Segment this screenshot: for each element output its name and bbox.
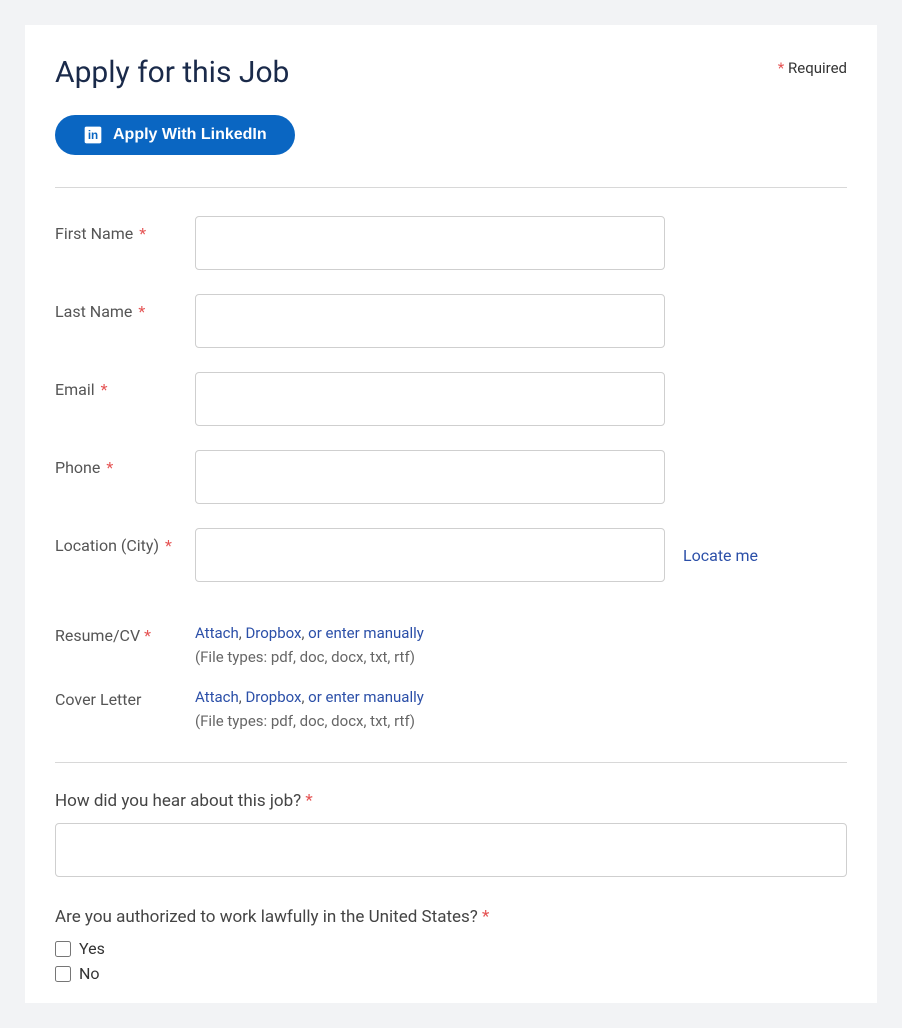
resume-label: Resume/CV *	[55, 624, 195, 645]
cover-letter-label: Cover Letter	[55, 688, 195, 709]
resume-attach-link[interactable]: Attach	[195, 624, 239, 642]
required-asterisk-icon: *	[101, 380, 108, 399]
authorized-yes-checkbox[interactable]	[55, 941, 71, 957]
required-asterisk-icon: *	[165, 536, 172, 555]
email-row: Email *	[55, 372, 847, 426]
required-asterisk-icon: *	[106, 458, 113, 477]
linkedin-icon: in	[83, 125, 103, 145]
linkedin-button-label: Apply With LinkedIn	[113, 126, 267, 144]
authorized-label: Are you authorized to work lawfully in t…	[55, 907, 847, 927]
last-name-label: Last Name *	[55, 294, 195, 321]
location-label-text: Location (City)	[55, 536, 159, 555]
email-label: Email *	[55, 372, 195, 399]
first-name-row: First Name *	[55, 216, 847, 270]
how-hear-label: How did you hear about this job? *	[55, 791, 847, 811]
resume-manual-link[interactable]: or enter manually	[308, 624, 424, 642]
authorized-label-text: Are you authorized to work lawfully in t…	[55, 907, 478, 927]
resume-file-types: (File types: pdf, doc, docx, txt, rtf)	[195, 648, 424, 666]
svg-text:in: in	[88, 129, 98, 142]
authorized-no-checkbox[interactable]	[55, 966, 71, 982]
cover-file-types: (File types: pdf, doc, docx, txt, rtf)	[195, 712, 424, 730]
how-hear-input[interactable]	[55, 823, 847, 877]
required-asterisk-icon: *	[144, 626, 151, 645]
first-name-label: First Name *	[55, 216, 195, 243]
first-name-label-text: First Name	[55, 224, 133, 243]
separator-line	[55, 187, 847, 188]
how-hear-label-text: How did you hear about this job?	[55, 791, 301, 811]
phone-row: Phone *	[55, 450, 847, 504]
last-name-row: Last Name *	[55, 294, 847, 348]
apply-with-linkedin-button[interactable]: in Apply With LinkedIn	[55, 115, 295, 155]
resume-row: Resume/CV * Attach, Dropbox, or enter ma…	[55, 624, 847, 666]
location-label: Location (City) *	[55, 528, 195, 555]
cover-letter-row: Cover Letter Attach, Dropbox, or enter m…	[55, 688, 847, 730]
phone-label-text: Phone	[55, 458, 100, 477]
header-row: Apply for this Job * Required	[55, 55, 847, 90]
authorized-yes-label[interactable]: Yes	[79, 939, 105, 958]
required-text: Required	[788, 59, 847, 77]
location-input[interactable]	[195, 528, 665, 582]
resume-actions: Attach, Dropbox, or enter manually (File…	[195, 624, 424, 666]
required-asterisk-icon: *	[139, 224, 146, 243]
authorized-block: Are you authorized to work lawfully in t…	[55, 907, 847, 983]
how-hear-block: How did you hear about this job? *	[55, 791, 847, 877]
cover-dropbox-link[interactable]: Dropbox	[245, 688, 301, 706]
email-label-text: Email	[55, 380, 95, 399]
cover-letter-label-text: Cover Letter	[55, 690, 141, 709]
required-asterisk-icon: *	[778, 59, 784, 77]
separator-line	[55, 762, 847, 763]
authorized-no-row: No	[55, 964, 847, 983]
cover-manual-link[interactable]: or enter manually	[308, 688, 424, 706]
authorized-no-label[interactable]: No	[79, 964, 100, 983]
first-name-input[interactable]	[195, 216, 665, 270]
cover-letter-actions: Attach, Dropbox, or enter manually (File…	[195, 688, 424, 730]
required-asterisk-icon: *	[138, 302, 145, 321]
location-row: Location (City) * Locate me	[55, 528, 847, 582]
authorized-yes-row: Yes	[55, 939, 847, 958]
email-input[interactable]	[195, 372, 665, 426]
phone-label: Phone *	[55, 450, 195, 477]
required-asterisk-icon: *	[305, 791, 312, 811]
resume-label-text: Resume/CV	[55, 626, 140, 645]
required-asterisk-icon: *	[482, 907, 489, 927]
phone-input[interactable]	[195, 450, 665, 504]
cover-attach-link[interactable]: Attach	[195, 688, 239, 706]
apply-form: Apply for this Job * Required in Apply W…	[25, 25, 877, 1003]
last-name-input[interactable]	[195, 294, 665, 348]
required-note: * Required	[778, 55, 847, 77]
resume-dropbox-link[interactable]: Dropbox	[245, 624, 301, 642]
locate-me-link[interactable]: Locate me	[683, 546, 758, 565]
page-title: Apply for this Job	[55, 55, 289, 90]
last-name-label-text: Last Name	[55, 302, 132, 321]
